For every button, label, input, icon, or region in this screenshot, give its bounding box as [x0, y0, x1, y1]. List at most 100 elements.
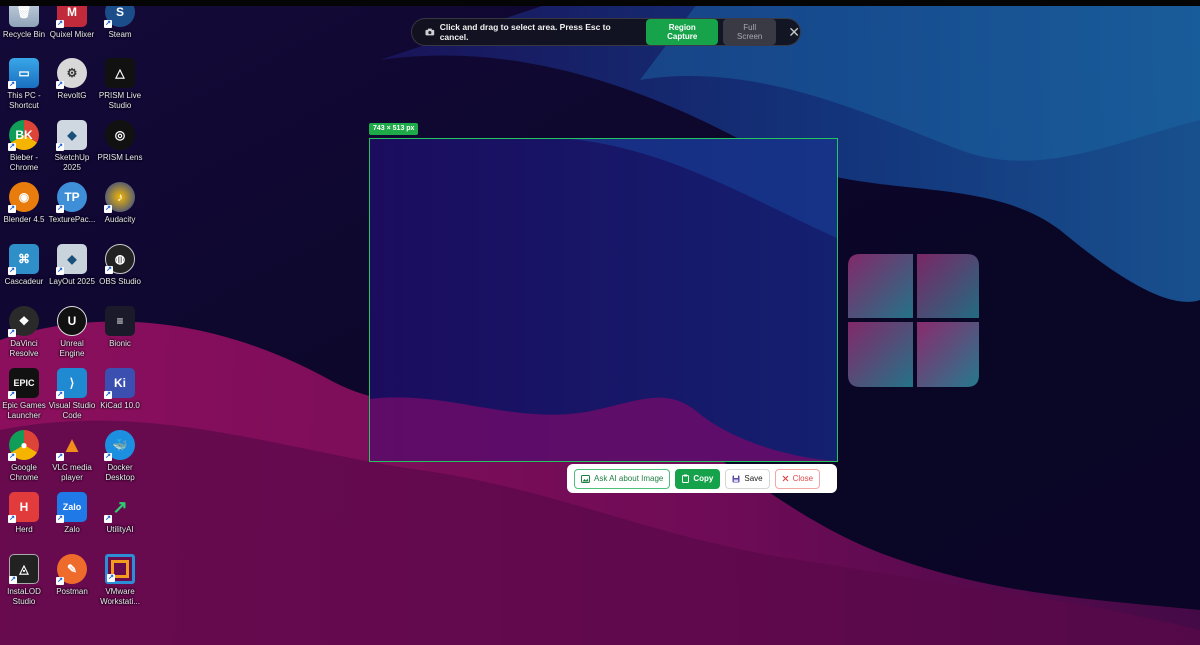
close-button[interactable]: Close [774, 468, 821, 489]
desktop-icon-label: SketchUp 2025 [54, 153, 90, 172]
desktop-icon-audacity[interactable]: ♪ ↗ Audacity [96, 182, 144, 225]
revoltg-icon: ⚙ ↗ [56, 58, 87, 89]
floppy-disk-icon [732, 475, 740, 482]
selection-rectangle[interactable] [369, 138, 838, 462]
desktop-icon-label: Blender 4.5 [3, 215, 45, 224]
desktop-icon-label: RevoltG [57, 91, 87, 100]
selection-fill [370, 139, 837, 461]
desktop-icon-bionic[interactable]: ≡ Bionic [96, 306, 144, 349]
desktop-icon-unreal[interactable]: U Unreal Engine [48, 306, 96, 358]
monitor-icon: ▭ ↗ [8, 58, 39, 89]
desktop-icon-postman[interactable]: ✎ ↗ Postman [48, 554, 96, 597]
close-icon [782, 475, 789, 482]
desktop-icon-label: KiCad 10.0 [100, 401, 140, 410]
sketchup-icon: ◆ ↗ [56, 120, 87, 151]
desktop-icon-label: PRISM Lens [97, 153, 143, 162]
clipboard-icon [682, 474, 690, 483]
desktop-icon-label: Epic Games Launcher [2, 401, 46, 420]
chrome-icon: ● ↗ [8, 430, 39, 461]
desktop-icon-vlc[interactable]: ▲ ↗ VLC media player [48, 430, 96, 482]
layout-icon: ◆ ↗ [56, 244, 87, 275]
desktop-icon-prism-live[interactable]: △ PRISM Live Studio [96, 58, 144, 110]
desktop-icon-label: VMware Workstati... [100, 587, 140, 606]
epic-games-icon: EPIC ↗ [8, 368, 39, 399]
desktop-icon-label: Quixel Mixer [49, 30, 95, 39]
cascadeur-icon: ⌘ ↗ [8, 244, 39, 275]
desktop-icon-label: Google Chrome [9, 463, 39, 482]
desktop-icon-label: Bionic [109, 339, 131, 348]
desktop-icon-label: UtilityAI [106, 525, 134, 534]
desktop-icon-google-chrome[interactable]: ● ↗ Google Chrome [0, 430, 48, 482]
save-label: Save [744, 474, 763, 483]
desktop-icon-kicad[interactable]: Ki ↗ KiCad 10.0 [96, 368, 144, 411]
vmware-icon: ↗ [105, 554, 135, 584]
lens-icon: ◎ [105, 120, 135, 150]
kicad-icon: Ki ↗ [104, 368, 135, 399]
desktop-icon-label: Zalo [64, 525, 80, 534]
full-screen-button[interactable]: Full Screen [723, 19, 777, 45]
image-ai-icon [581, 474, 590, 483]
desktop-icon-instalod[interactable]: ◬ ↗ InstaLOD Studio [0, 554, 48, 606]
desktop-icon-label: Docker Desktop [105, 463, 135, 482]
save-button[interactable]: Save [725, 468, 770, 489]
desktop-icon-bieber-chrome[interactable]: BK ↗ Bieber - Chrome [0, 120, 48, 172]
desktop-icon-cascadeur[interactable]: ⌘ ↗ Cascadeur [0, 244, 48, 287]
vlc-cone-icon: ▲ ↗ [56, 432, 83, 461]
capture-toolbar: Click and drag to select area. Press Esc… [411, 18, 801, 46]
desktop-icon-label: Bieber - Chrome [9, 153, 39, 172]
desktop-icon-label: This PC - Shortcut [7, 91, 41, 110]
capture-instruction: Click and drag to select area. Press Esc… [439, 22, 611, 42]
instalod-icon: ◬ ↗ [9, 554, 39, 584]
desktop-icon-label: OBS Studio [99, 277, 141, 286]
region-capture-button[interactable]: Region Capture [646, 19, 719, 45]
copy-button[interactable]: Copy [675, 468, 721, 489]
audacity-icon: ♪ ↗ [104, 182, 135, 213]
selection-size-badge: 743 × 513 px [369, 123, 419, 135]
desktop-icon-label: VLC media player [52, 463, 92, 482]
desktop-icon-prism-lens[interactable]: ◎ PRISM Lens [96, 120, 144, 163]
desktop-icon-label: Recycle Bin [2, 30, 46, 39]
close-icon[interactable]: ✕ [788, 25, 800, 39]
ask-ai-label: Ask AI about Image [594, 474, 664, 483]
desktop-icon-sketchup[interactable]: ◆ ↗ SketchUp 2025 [48, 120, 96, 172]
vscode-icon: ⟩ ↗ [56, 368, 87, 399]
desktop-icon-label: Unreal Engine [59, 339, 85, 358]
capture-action-bar: Ask AI about Image Copy Save Close [567, 464, 837, 493]
ask-ai-button[interactable]: Ask AI about Image [574, 468, 671, 489]
desktop-icon-herd[interactable]: H ↗ Herd [0, 492, 48, 535]
zalo-icon: Zalo ↗ [56, 492, 87, 523]
bionic-icon: ≡ [105, 306, 135, 336]
unreal-icon: U [57, 306, 87, 336]
desktop-icon-this-pc[interactable]: ▭ ↗ This PC - Shortcut [0, 58, 48, 110]
desktop-icon-label: Herd [15, 525, 33, 534]
obs-icon: ◍ ↗ [105, 244, 135, 274]
desktop-icon-docker[interactable]: 🐳 ↗ Docker Desktop [96, 430, 144, 482]
desktop-icon-zalo[interactable]: Zalo ↗ Zalo [48, 492, 96, 535]
desktop-icon-label: Audacity [104, 215, 136, 224]
desktop-icon-vmware[interactable]: ↗ VMware Workstati... [96, 554, 144, 606]
desktop-icon-label: InstaLOD Studio [7, 587, 41, 606]
desktop-icon-blender[interactable]: ◉ ↗ Blender 4.5 [0, 182, 48, 225]
desktop-icon-vscode[interactable]: ⟩ ↗ Visual Studio Code [48, 368, 96, 420]
close-label: Close [792, 474, 814, 483]
herd-icon: H ↗ [8, 492, 39, 523]
desktop-icon-label: DaVinci Resolve [9, 339, 39, 358]
prism-icon: △ [105, 58, 135, 88]
desktop-icon-label: Postman [56, 587, 88, 596]
desktop-icon-obs[interactable]: ◍ ↗ OBS Studio [96, 244, 144, 287]
texturepacker-icon: TP ↗ [56, 182, 87, 213]
desktop-icon-revoltg[interactable]: ⚙ ↗ RevoltG [48, 58, 96, 101]
blender-icon: ◉ ↗ [8, 182, 39, 213]
desktop-icon-label: Visual Studio Code [48, 401, 96, 420]
top-edge [0, 0, 1200, 6]
desktop-icon-layout[interactable]: ◆ ↗ LayOut 2025 [48, 244, 96, 287]
desktop-icon-utilityai[interactable]: ↗ ↗ UtilityAI [96, 492, 144, 535]
chrome-icon: BK ↗ [8, 120, 39, 151]
desktop-icon-label: LayOut 2025 [49, 277, 95, 286]
postman-icon: ✎ ↗ [56, 554, 87, 585]
davinci-icon: ❖ ↗ [8, 306, 39, 337]
desktop-icon-texturepacker[interactable]: TP ↗ TexturePac... [48, 182, 96, 225]
utilityai-icon: ↗ ↗ [104, 496, 128, 523]
desktop-icon-epic-games[interactable]: EPIC ↗ Epic Games Launcher [0, 368, 48, 420]
desktop-icon-davinci[interactable]: ❖ ↗ DaVinci Resolve [0, 306, 48, 358]
